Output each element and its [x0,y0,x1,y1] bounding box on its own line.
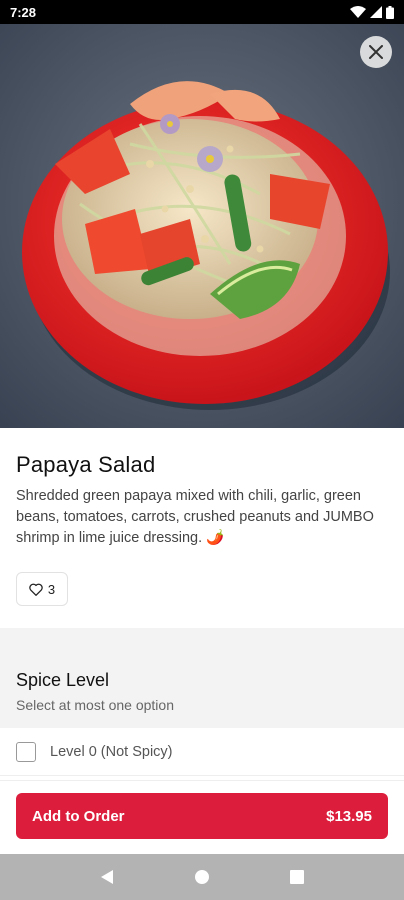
spice-level-title: Spice Level [16,670,110,690]
recents-square-icon [289,870,304,884]
status-icons [350,5,394,19]
product-details: Papaya Salad Shredded green papaya mixed… [16,452,388,549]
navigation-bar [0,854,404,900]
like-count: 3 [47,581,56,597]
order-bar: Add to Order $13.95 [0,780,404,855]
option-label: Level 0 (Not Spicy) [50,743,173,760]
heart-icon [29,583,43,596]
spice-level-header: Spice Level Select at most one option [0,656,404,728]
spice-level-subtitle: Select at most one option [16,697,174,713]
recents-button[interactable] [285,865,309,889]
close-button[interactable] [360,36,392,68]
order-price: $13.95 [326,807,372,825]
product-description: Shredded green papaya mixed with chili, … [16,488,374,546]
wifi-icon [350,6,366,18]
add-to-order-button[interactable]: Add to Order $13.95 [16,793,388,839]
section-divider [0,628,404,656]
battery-icon [386,5,394,19]
home-button[interactable] [190,865,214,889]
food-photo [0,24,404,428]
level-0-checkbox[interactable] [16,741,36,762]
product-title: Papaya Salad [16,452,156,477]
close-icon [369,45,383,59]
back-triangle-icon [101,870,114,884]
like-button[interactable]: 3 [16,572,68,606]
spice-option-level-0[interactable]: Level 0 (Not Spicy) [0,728,404,776]
signal-icon [370,6,382,18]
status-bar: 7:28 [0,0,404,24]
status-time: 7:28 [10,4,37,20]
back-button[interactable] [95,865,119,889]
add-to-order-label: Add to Order [32,807,125,825]
home-circle-icon [194,870,209,884]
